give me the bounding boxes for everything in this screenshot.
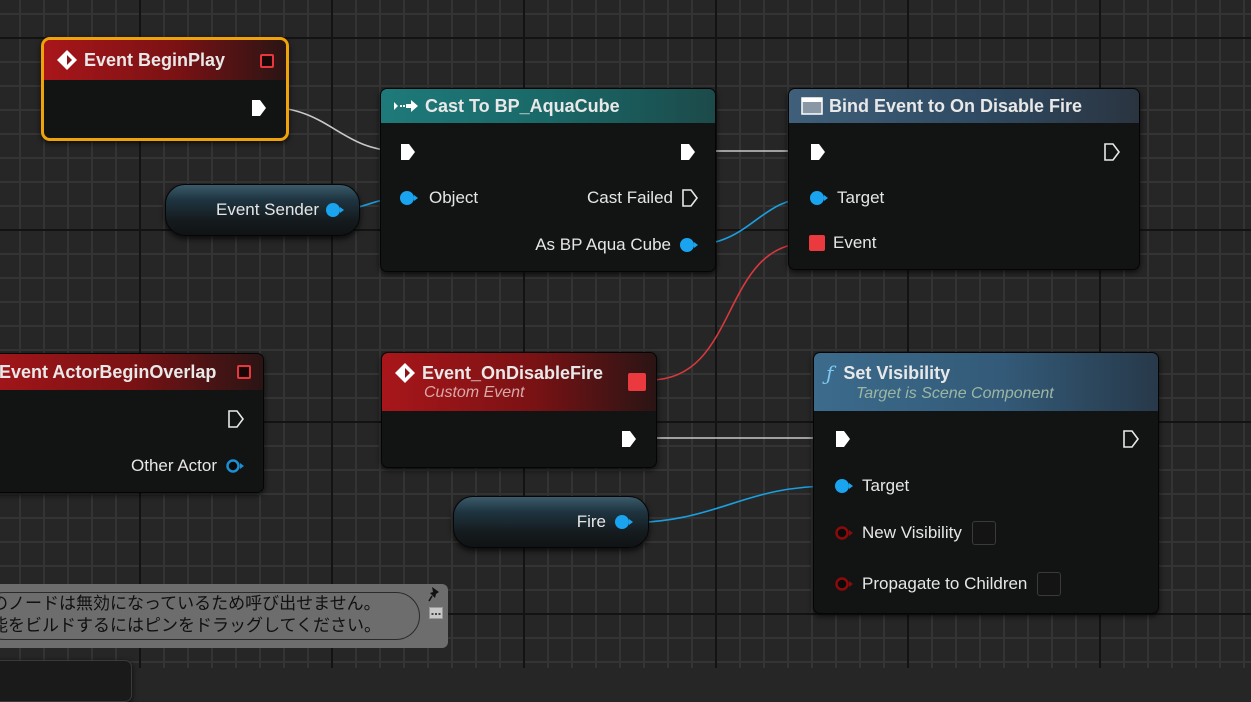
exec-output-pin[interactable]	[1122, 429, 1140, 449]
pin-label: New Visibility	[862, 523, 962, 542]
bool-pin-icon	[835, 526, 853, 540]
comment-bubble-icon[interactable]	[429, 606, 443, 624]
other-actor-output-pin[interactable]: Other Actor	[131, 456, 245, 476]
exec-pin-empty-icon	[1123, 430, 1139, 448]
exec-pin-empty-icon	[682, 189, 698, 207]
object-pin-empty-icon	[226, 459, 244, 473]
object-pin-icon	[400, 191, 418, 205]
node-title: Event_OnDisableFire	[422, 362, 604, 383]
node-event-beginplay[interactable]: Event BeginPlay	[41, 37, 289, 141]
exec-input-pin[interactable]	[834, 429, 852, 449]
cast-arrow-icon	[393, 99, 419, 113]
warning-message: のノードは無効になっているため呼び出せません。 能をビルドするにはピンをドラッグ…	[0, 592, 420, 640]
exec-pin-icon	[681, 144, 695, 160]
exec-pin-empty-icon	[1104, 143, 1120, 161]
exec-pin-icon	[401, 144, 415, 160]
node-event-sender-getter[interactable]: Event Sender	[165, 184, 360, 236]
delegate-pin-icon	[809, 235, 825, 251]
object-pin-icon	[615, 515, 633, 529]
pin-icon[interactable]	[428, 586, 442, 607]
node-subtitle: Custom Event	[424, 384, 525, 401]
node-title: Bind Event to On Disable Fire	[829, 95, 1083, 116]
node-subtitle: Target is Scene Component	[856, 385, 1054, 402]
event-diamond-icon	[56, 49, 78, 71]
exec-output-pin[interactable]	[250, 98, 268, 118]
exec-output-pin[interactable]	[227, 409, 245, 429]
node-cast-to-bp-aquacube[interactable]: Cast To BP_AquaCube Object Cast Failed A…	[380, 88, 716, 272]
node-fire-variable-getter[interactable]: Fire	[453, 496, 649, 548]
variable-label: Fire	[576, 512, 606, 531]
pin-label: Target	[837, 188, 885, 207]
new-visibility-input-pin[interactable]: New Visibility	[834, 521, 996, 545]
warning-line-1: のノードは無効になっているため呼び出せません。	[0, 594, 381, 613]
node-header: ƒ Set Visibility Target is Scene Compone…	[814, 353, 1158, 411]
node-header: Event ActorBeginOverlap	[0, 354, 263, 390]
event-delegate-input-pin[interactable]: Event	[809, 233, 876, 253]
bool-pin-icon	[835, 577, 853, 591]
new-visibility-checkbox[interactable]	[971, 521, 996, 545]
pin-label: Event	[833, 233, 877, 252]
pin-label: Propagate to Children	[862, 574, 1028, 593]
pin-label: Object	[429, 188, 479, 207]
node-custom-event-ondisablefire[interactable]: Event_OnDisableFire Custom Event	[381, 352, 657, 468]
pin-label: Target	[862, 476, 910, 495]
node-header: Event BeginPlay	[44, 40, 286, 80]
exec-output-pin[interactable]	[1103, 142, 1121, 162]
target-input-pin[interactable]: Target	[809, 188, 884, 208]
exec-pin-icon	[622, 431, 636, 447]
event-sender-output-pin[interactable]: Event Sender	[216, 185, 345, 235]
node-set-visibility[interactable]: ƒ Set Visibility Target is Scene Compone…	[813, 352, 1159, 614]
event-diamond-icon	[394, 362, 416, 384]
pin-label: As BP Aqua Cube	[535, 235, 671, 254]
object-pin-icon	[326, 203, 344, 217]
node-partial-offscreen[interactable]	[0, 660, 132, 702]
object-input-pin[interactable]: Object	[399, 188, 478, 208]
node-bind-event-on-disable-fire[interactable]: Bind Event to On Disable Fire Target Eve…	[788, 88, 1140, 270]
exec-output-pin[interactable]	[620, 429, 638, 449]
variable-label: Event Sender	[215, 200, 319, 219]
as-bp-aquacube-output-pin[interactable]: As BP Aqua Cube	[535, 235, 699, 255]
pin-label: Cast Failed	[587, 188, 673, 207]
exec-pin-icon	[836, 431, 850, 447]
delegate-output-pin[interactable]	[260, 54, 274, 68]
node-title: Event BeginPlay	[84, 49, 226, 70]
object-pin-icon	[810, 191, 828, 205]
exec-input-pin[interactable]	[809, 142, 827, 162]
node-header: Bind Event to On Disable Fire	[789, 89, 1139, 123]
delegate-output-pin[interactable]	[628, 373, 646, 391]
node-title: Cast To BP_AquaCube	[425, 95, 620, 116]
pin-label: Other Actor	[131, 456, 217, 475]
target-input-pin[interactable]: Target	[834, 476, 909, 496]
exec-output-pin[interactable]	[679, 142, 697, 162]
node-header: Event_OnDisableFire Custom Event	[382, 353, 656, 411]
fire-output-pin[interactable]: Fire	[577, 497, 634, 547]
warning-line-2: 能をビルドするにはピンをドラッグしてください。	[0, 616, 381, 635]
node-title: Event ActorBeginOverlap	[0, 361, 217, 382]
object-pin-icon	[835, 479, 853, 493]
cast-failed-exec-pin[interactable]: Cast Failed	[587, 188, 699, 208]
node-event-actor-begin-overlap[interactable]: Event ActorBeginOverlap Other Actor	[0, 353, 264, 493]
delegate-output-pin[interactable]	[237, 365, 251, 379]
exec-pin-icon	[252, 100, 266, 116]
exec-pin-icon	[811, 144, 825, 160]
propagate-to-children-input-pin[interactable]: Propagate to Children	[834, 572, 1062, 596]
node-warning-bubble: のノードは無効になっているため呼び出せません。 能をビルドするにはピンをドラッグ…	[0, 584, 448, 648]
node-header: Cast To BP_AquaCube	[381, 89, 715, 123]
propagate-to-children-checkbox[interactable]	[1037, 572, 1062, 596]
function-icon: ƒ	[826, 361, 834, 385]
exec-pin-empty-icon	[228, 410, 244, 428]
node-title: Set Visibility	[843, 362, 951, 383]
exec-input-pin[interactable]	[399, 142, 417, 162]
bind-window-icon	[801, 97, 823, 115]
object-pin-icon	[680, 238, 698, 252]
